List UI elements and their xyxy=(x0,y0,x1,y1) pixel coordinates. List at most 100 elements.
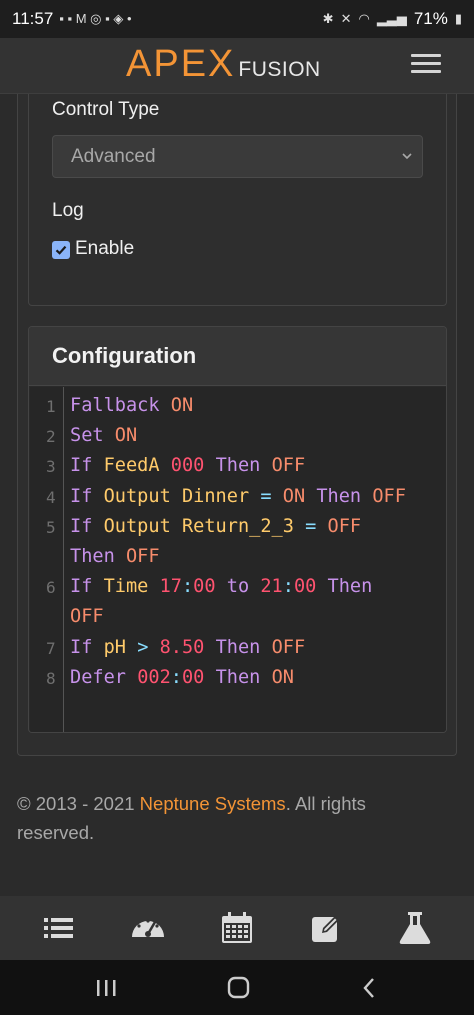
wifi-icon: ◠ xyxy=(358,11,370,26)
recent-apps-icon[interactable] xyxy=(95,978,117,1003)
code-token: > xyxy=(137,636,149,658)
code-editor[interactable]: 1 Fallback ON 2 Set ON 3 If FeedA 000 Then OF… xyxy=(30,387,446,732)
code-token: Then xyxy=(215,636,261,658)
control-type-value: Advanced xyxy=(71,145,156,167)
configuration-card: Configuration 1 Fallback ON 2 Set ON 3 If Fee… xyxy=(28,326,447,733)
code-token: 002 xyxy=(137,666,171,688)
configuration-header: Configuration xyxy=(29,327,446,386)
control-type-select[interactable]: Advanced xyxy=(52,135,423,178)
code-token: If xyxy=(70,515,93,537)
code-token: ON xyxy=(114,425,138,447)
control-type-label: Control Type xyxy=(52,99,160,120)
line-number: 3 xyxy=(46,457,56,477)
code-token: ON xyxy=(271,666,294,688)
mute-icon: ✕ xyxy=(340,11,352,26)
menu-bar-icon xyxy=(411,70,441,73)
flask-icon[interactable] xyxy=(397,910,433,946)
code-line: If Output Return_2_3 = OFF xyxy=(70,516,361,537)
code-token: Then xyxy=(70,546,115,567)
code-token: Return_2_3 xyxy=(181,515,294,537)
code-token: Time xyxy=(103,576,149,598)
bluetooth-icon: ✱ xyxy=(322,11,334,26)
edit-icon[interactable] xyxy=(308,910,344,946)
system-navigation-bar xyxy=(0,960,474,1015)
code-token: OFF xyxy=(372,485,406,507)
code-line: Set ON xyxy=(70,425,137,446)
code-token: 21 xyxy=(260,576,283,598)
code-token: 00 xyxy=(193,576,216,598)
code-token: 17 xyxy=(159,576,182,598)
notification-icons: ▪ ▪ M ◎ ▪ ◈ • xyxy=(59,11,132,26)
log-enable-checkbox[interactable] xyxy=(52,241,70,259)
code-line: OFF xyxy=(70,606,104,627)
code-token: ON xyxy=(170,395,194,416)
dashboard-gauge-icon[interactable] xyxy=(130,910,166,946)
list-icon[interactable] xyxy=(41,910,77,946)
code-token: Defer xyxy=(70,666,126,688)
status-time: 11:57 xyxy=(12,9,54,28)
code-token: Set xyxy=(70,425,104,447)
code-line: If Output Dinner = ON Then OFF xyxy=(70,486,406,507)
status-left: 11:57 ▪ ▪ M ◎ ▪ ◈ • xyxy=(12,9,132,29)
code-token: pH xyxy=(103,636,126,658)
code-token: If xyxy=(70,636,93,658)
line-number: 6 xyxy=(46,578,56,598)
log-label: Log xyxy=(52,200,84,221)
neptune-systems-link[interactable]: Neptune Systems xyxy=(140,793,286,814)
calendar-icon[interactable] xyxy=(219,910,255,946)
line-number: 1 xyxy=(46,397,56,416)
logo-main: APEX xyxy=(126,43,236,85)
line-number: 8 xyxy=(46,668,56,688)
logo-sub: FUSION xyxy=(238,58,321,81)
code-line: Fallback ON xyxy=(70,395,193,416)
control-settings-card xyxy=(28,94,447,306)
code-token: ON xyxy=(282,485,306,507)
code-token: Output xyxy=(103,515,171,537)
code-token: OFF xyxy=(271,636,306,658)
hamburger-menu-button[interactable] xyxy=(408,50,444,80)
code-token: If xyxy=(70,485,93,507)
enable-label[interactable]: Enable xyxy=(75,238,134,260)
code-token: 8.50 xyxy=(159,636,205,658)
line-number: 7 xyxy=(46,638,56,658)
chevron-down-icon xyxy=(402,148,412,163)
code-line: If FeedA 000 Then OFF xyxy=(70,455,305,476)
code-token: : xyxy=(282,576,294,598)
status-bar: 11:57 ▪ ▪ M ◎ ▪ ◈ • ✱ ✕ ◠ ▂▃▅ 71% ▮ xyxy=(0,0,474,38)
apex-fusion-logo[interactable]: APEX FUSION xyxy=(126,43,321,86)
code-line: If Time 17:00 to 21:00 Then xyxy=(70,576,372,597)
code-line: Defer 002:00 Then ON xyxy=(70,667,294,688)
menu-bar-icon xyxy=(411,54,441,57)
copyright-text: © 2013 - 2021 Neptune Systems. All right… xyxy=(17,789,437,847)
code-token: 00 xyxy=(181,666,205,688)
code-token: to xyxy=(226,576,250,598)
battery-icon: ▮ xyxy=(454,11,462,26)
app-header: APEX FUSION xyxy=(0,38,474,94)
home-icon[interactable] xyxy=(227,976,251,1005)
code-token: Fallback xyxy=(70,395,160,416)
code-token: Then xyxy=(215,666,261,688)
back-icon[interactable] xyxy=(362,977,376,1004)
status-right: ✱ ✕ ◠ ▂▃▅ 71% ▮ xyxy=(323,9,462,29)
line-number: 5 xyxy=(46,517,56,537)
code-token: = xyxy=(305,515,317,537)
code-token: : xyxy=(181,576,194,598)
bottom-nav xyxy=(0,896,474,960)
code-token: OFF xyxy=(125,546,160,567)
